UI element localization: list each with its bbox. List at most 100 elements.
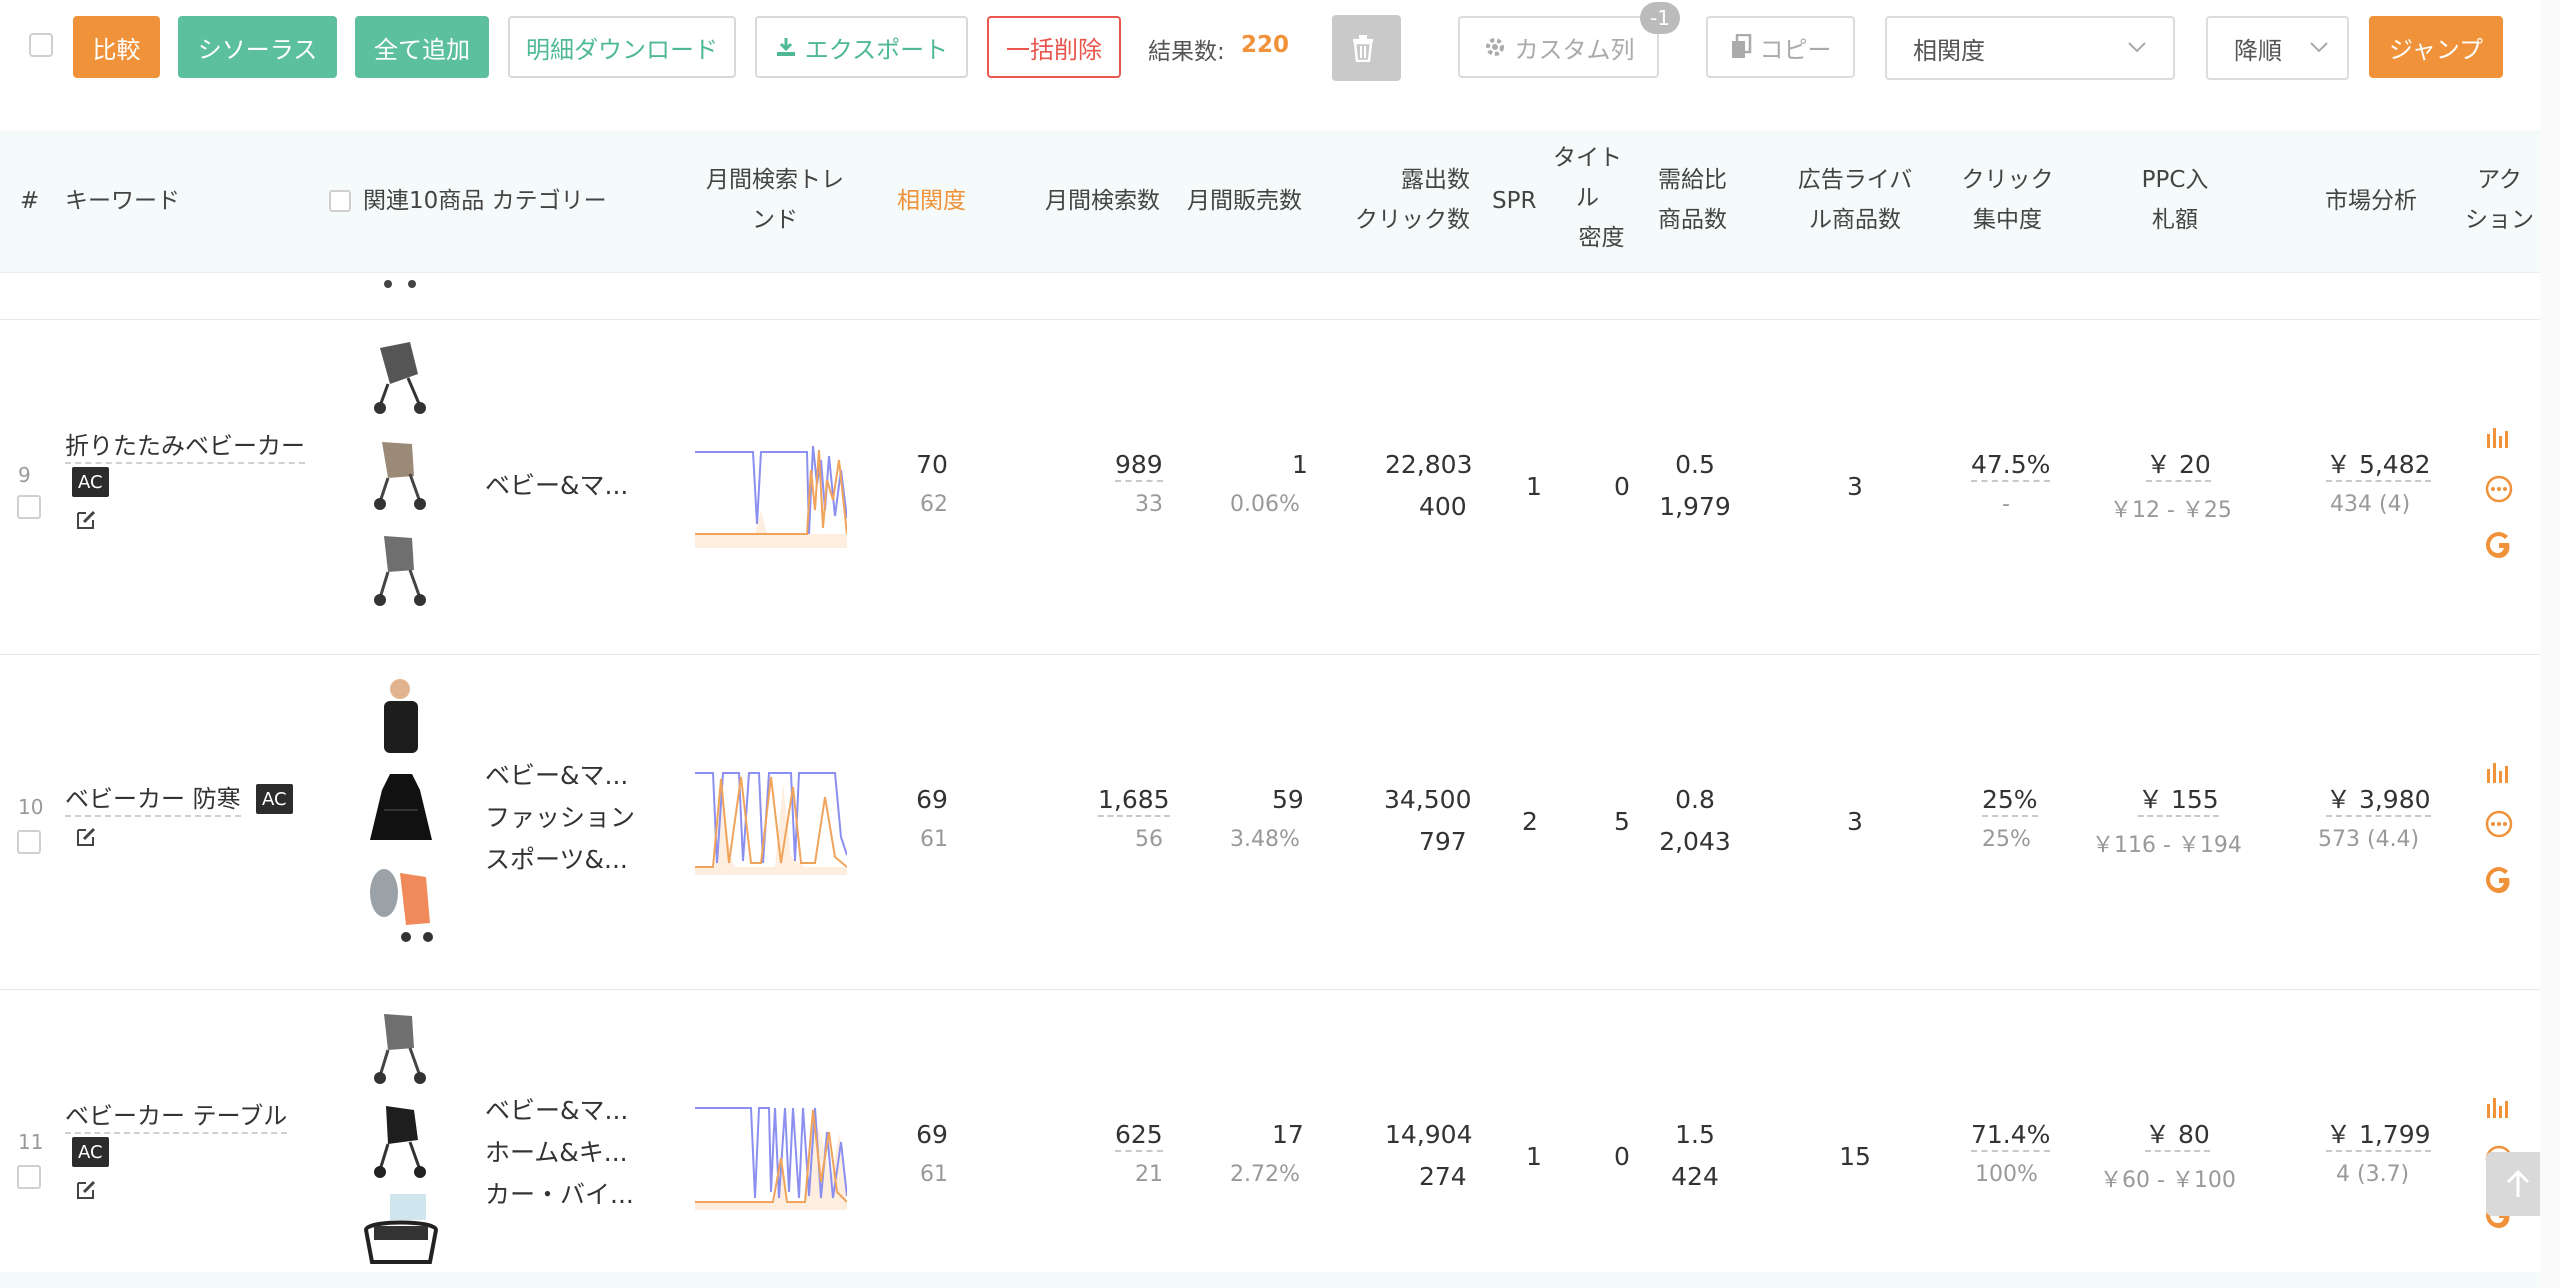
google-search-icon[interactable] — [2484, 530, 2514, 560]
more-options-icon[interactable] — [2484, 474, 2514, 504]
monthly-sales-value: 17 — [1272, 1120, 1304, 1149]
row-checkbox[interactable] — [17, 495, 41, 519]
edit-icon[interactable] — [74, 1178, 98, 1202]
monthly-search-value[interactable]: 989 — [1115, 450, 1163, 482]
product-thumbnail[interactable] — [360, 1004, 442, 1086]
col-market-analysis[interactable]: 市場分析 — [2325, 181, 2417, 221]
col-supply-ratio[interactable]: 需給比 商品数 — [1650, 160, 1735, 240]
spr-value: 1 — [1526, 1142, 1542, 1171]
click-concentration-value[interactable]: 25% — [1982, 785, 2038, 817]
bulk-delete-button[interactable]: 一括削除 — [987, 16, 1121, 78]
google-search-icon[interactable] — [2484, 865, 2514, 895]
chart-bars-icon[interactable] — [2484, 759, 2514, 783]
category-item: カー・バイ... — [485, 1180, 634, 1209]
supply-ratio-value: 0.5 — [1675, 450, 1715, 479]
sort-order-value: 降順 — [2234, 36, 2282, 65]
market-analysis-value[interactable]: ￥ 1,799 — [2326, 1120, 2431, 1152]
more-options-icon[interactable] — [2484, 809, 2514, 839]
select-all-checkbox[interactable] — [29, 33, 53, 57]
col-trend[interactable]: 月間検索トレ ンド — [700, 160, 850, 240]
add-all-button[interactable]: 全て追加 — [355, 16, 489, 78]
product-thumbnail[interactable] — [360, 1190, 442, 1272]
products-column-checkbox[interactable] — [329, 190, 351, 212]
search-trend-sparkline[interactable] — [695, 1102, 847, 1210]
search-trend-sparkline[interactable] — [695, 767, 847, 875]
chart-bars-icon[interactable] — [2484, 424, 2514, 448]
vertical-scrollbar[interactable] — [2540, 0, 2560, 1288]
exposure-value: 34,500 — [1384, 785, 1472, 814]
export-label: エクスポート — [804, 35, 949, 64]
col-ppc[interactable]: PPC入 札額 — [2130, 160, 2220, 240]
product-thumbnail[interactable] — [360, 264, 442, 290]
edit-icon[interactable] — [74, 825, 98, 849]
product-thumbnail[interactable] — [360, 430, 442, 512]
col-exposure-clicks[interactable]: 露出数 クリック数 — [1340, 160, 1470, 240]
edit-icon[interactable] — [74, 508, 98, 532]
trash-button[interactable] — [1332, 15, 1401, 81]
product-thumbnail[interactable] — [360, 863, 442, 945]
col-action-line2: ション — [2465, 207, 2534, 233]
title-density-value: 0 — [1614, 472, 1630, 501]
col-supply-line2: 商品数 — [1658, 207, 1727, 233]
ppc-bid-value[interactable]: ￥ 155 — [2138, 785, 2219, 817]
supply-ratio-value: 0.8 — [1675, 785, 1715, 814]
sort-order-select[interactable]: 降順 — [2206, 16, 2349, 80]
product-thumbnail[interactable] — [360, 526, 442, 608]
product-thumbnail[interactable] — [360, 1098, 442, 1180]
product-count-value: 1,979 — [1659, 492, 1731, 521]
row-checkbox[interactable] — [17, 830, 41, 854]
ad-rivals-value: 15 — [1839, 1142, 1871, 1171]
monthly-search-value[interactable]: 625 — [1115, 1120, 1163, 1152]
result-count-label: 結果数: — [1148, 39, 1225, 65]
market-analysis-value[interactable]: ￥ 5,482 — [2326, 450, 2431, 482]
col-monthly-search[interactable]: 月間検索数 — [1045, 181, 1160, 221]
ppc-bid-value[interactable]: ￥ 80 — [2145, 1120, 2210, 1152]
market-analysis-sub: 434 (4) — [2330, 492, 2411, 517]
clicks-value: 274 — [1419, 1162, 1467, 1191]
copy-button[interactable]: コピー — [1706, 16, 1855, 78]
col-title-density[interactable]: タイト ル 密度 — [1550, 138, 1625, 258]
col-keyword[interactable]: キーワード — [65, 181, 180, 221]
market-analysis-value[interactable]: ￥ 3,980 — [2326, 785, 2431, 817]
product-thumbnail[interactable] — [360, 675, 442, 757]
relevance-value: 70 — [916, 450, 948, 479]
add-all-label: 全て追加 — [374, 35, 470, 64]
detail-download-button[interactable]: 明細ダウンロード — [508, 16, 736, 78]
jump-button[interactable]: ジャンプ — [2369, 16, 2503, 78]
col-monthly-sales[interactable]: 月間販売数 — [1187, 181, 1302, 221]
ppc-bid-value[interactable]: ￥ 20 — [2146, 450, 2211, 482]
jump-label: ジャンプ — [2388, 35, 2484, 64]
row-checkbox[interactable] — [17, 1165, 41, 1189]
click-concentration-value[interactable]: 71.4% — [1971, 1120, 2051, 1152]
keyword-link[interactable]: 折りたたみベビーカー — [65, 430, 305, 464]
copy-icon — [1731, 34, 1751, 58]
compare-label: 比較 — [92, 35, 141, 64]
col-click-line1: クリック — [1961, 167, 2054, 193]
sort-field-select[interactable]: 相関度 — [1885, 16, 2175, 80]
product-thumbnail[interactable] — [360, 770, 442, 852]
search-trend-sparkline[interactable] — [695, 440, 847, 548]
col-click-concentration[interactable]: クリック 集中度 — [1955, 160, 2060, 240]
chart-bars-icon[interactable] — [2484, 1094, 2514, 1118]
col-spr[interactable]: SPR — [1492, 181, 1536, 221]
monthly-search-value[interactable]: 1,685 — [1098, 785, 1170, 817]
ad-rivals-value: 3 — [1847, 472, 1863, 501]
col-title-line2: ル — [1576, 185, 1599, 211]
product-thumbnail[interactable] — [360, 334, 442, 416]
thesaurus-label: シソーラス — [197, 35, 318, 64]
custom-columns-button[interactable]: カスタム列 — [1458, 16, 1659, 78]
click-concentration-value[interactable]: 47.5% — [1971, 450, 2051, 482]
keyword-link[interactable]: ベビーカー 防寒 — [65, 783, 241, 817]
compare-button[interactable]: 比較 — [73, 16, 160, 78]
detail-download-label: 明細ダウンロード — [526, 35, 718, 64]
thesaurus-button[interactable]: シソーラス — [178, 16, 337, 78]
export-button[interactable]: エクスポート — [755, 16, 968, 78]
col-relevance[interactable]: 相関度 — [897, 181, 966, 221]
col-action: アク ション — [2462, 160, 2537, 240]
keyword-link[interactable]: ベビーカー テーブル — [65, 1100, 288, 1134]
market-analysis-sub: 573 (4.4) — [2318, 827, 2420, 852]
monthly-sales-rate: 3.48% — [1230, 827, 1300, 852]
relevance-sub: 62 — [920, 492, 948, 517]
col-supply-line1: 需給比 — [1658, 167, 1727, 193]
col-ad-rivals[interactable]: 広告ライバ ル商品数 — [1790, 160, 1920, 240]
